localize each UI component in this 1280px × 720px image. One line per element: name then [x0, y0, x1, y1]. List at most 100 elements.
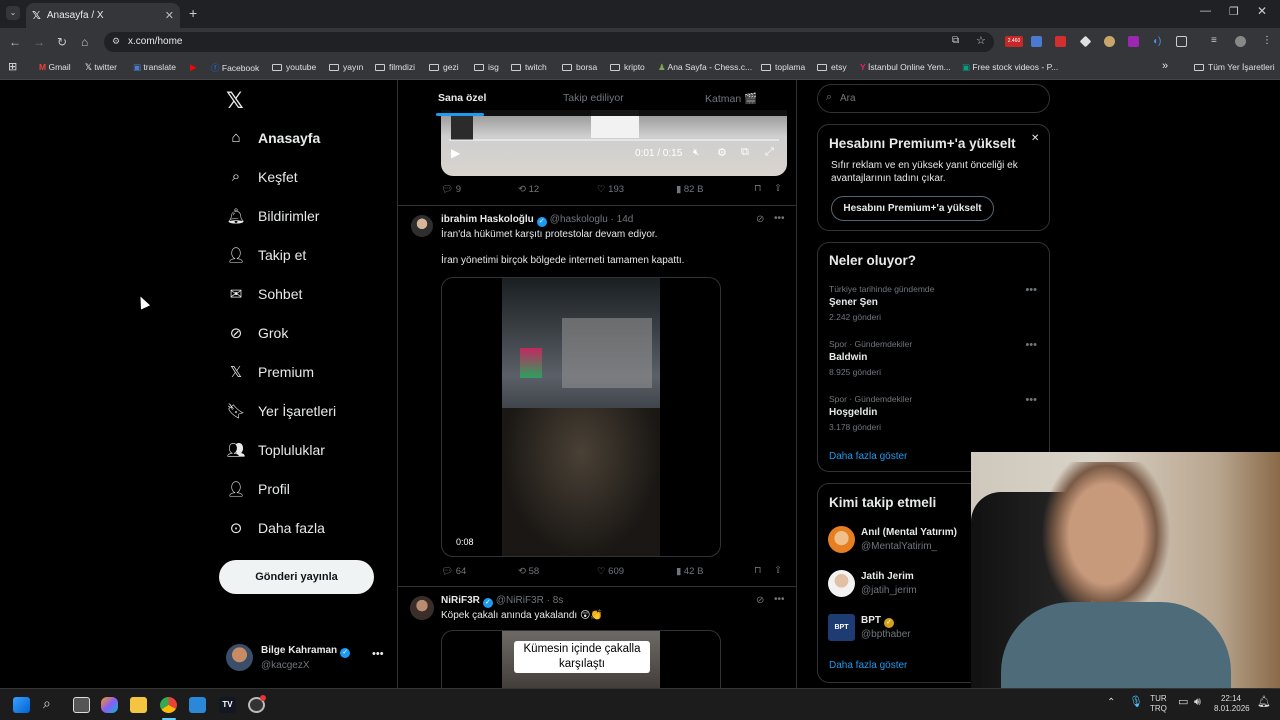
like-action[interactable]: ♡ 193: [597, 184, 624, 195]
bookmark-yayin[interactable]: yayın: [329, 62, 363, 72]
trend-item[interactable]: Türkiye tarihinde gündemde Şener Şen 2.2…: [818, 281, 1049, 326]
extension-abp-icon[interactable]: [1055, 36, 1066, 47]
repost-action[interactable]: ⟲ 12: [518, 184, 539, 195]
more-dots-icon[interactable]: •••: [1025, 339, 1037, 351]
bookmark-kripto[interactable]: kripto: [610, 62, 645, 72]
more-dots-icon[interactable]: •••: [372, 648, 384, 660]
tweet-author-handle[interactable]: @NiRiF3R: [496, 595, 544, 606]
tradingview-icon[interactable]: TV: [219, 697, 236, 713]
install-icon[interactable]: ⧉: [952, 35, 959, 46]
file-explorer-icon[interactable]: [130, 697, 147, 713]
bookmark-facebook[interactable]: ⓕ Facebook: [211, 62, 259, 74]
browser-tab[interactable]: 𝕏 Anasayfa / X ✕: [26, 3, 180, 28]
share-action[interactable]: ⇪: [774, 565, 782, 576]
nav-messages[interactable]: ✉ Sohbet: [226, 285, 303, 303]
reply-action[interactable]: 💬︎ 64: [441, 566, 466, 577]
bookmark-stock-videos[interactable]: ▣ Free stock videos - P...: [962, 62, 1058, 73]
tab-for-you[interactable]: Sana özel: [438, 92, 486, 104]
copilot-icon[interactable]: [101, 697, 118, 713]
like-action[interactable]: ♡ 609: [597, 566, 624, 577]
reply-action[interactable]: 💬︎ 9: [441, 184, 461, 195]
minimize-button[interactable]: —: [1200, 5, 1211, 17]
bookmark-toplama[interactable]: toplama: [761, 62, 805, 72]
repost-action[interactable]: ⟲ 58: [518, 566, 539, 577]
bookmark-action[interactable]: ⊓: [754, 183, 761, 194]
more-dots-icon[interactable]: •••: [1025, 284, 1037, 296]
close-icon[interactable]: ✕: [1031, 133, 1039, 144]
tab-following[interactable]: Takip ediliyor: [563, 92, 624, 104]
reading-list-icon[interactable]: ≡: [1211, 36, 1222, 47]
close-window-button[interactable]: ✕: [1257, 4, 1267, 18]
tweet-time[interactable]: · 8s: [547, 595, 564, 606]
search-icon[interactable]: ⌕: [43, 695, 51, 712]
store-icon[interactable]: [189, 697, 206, 713]
search-input[interactable]: ⌕ Ara: [817, 84, 1050, 113]
browser-menu-icon[interactable]: ⋮: [1262, 36, 1273, 47]
nav-grok[interactable]: ⊘ Grok: [226, 324, 289, 342]
clock[interactable]: 22:14 8.01.2026: [1214, 694, 1250, 714]
nav-premium[interactable]: 𝕏 Premium: [226, 363, 314, 381]
bookmark-translate[interactable]: ▣ translate: [133, 62, 176, 73]
bookmark-action[interactable]: ⊓: [754, 565, 761, 576]
trends-show-more[interactable]: Daha fazla göster: [829, 451, 907, 462]
bookmark-gmail[interactable]: M Gmail: [39, 62, 71, 72]
tweet-author-handle[interactable]: @haskologlu: [550, 214, 608, 225]
nav-home[interactable]: ⌂ Anasayfa: [226, 129, 320, 146]
bookmark-twitter[interactable]: 𝕏 twitter: [85, 62, 117, 73]
extension-purple-icon[interactable]: [1128, 36, 1139, 47]
tweet-avatar[interactable]: [410, 596, 434, 620]
extension-face-icon[interactable]: [1104, 36, 1115, 47]
x-logo-icon[interactable]: 𝕏: [226, 88, 244, 114]
bookmark-filmdizi[interactable]: filmdizi: [375, 62, 415, 72]
video-progress-bar[interactable]: [449, 139, 779, 141]
maximize-button[interactable]: ❐: [1229, 5, 1239, 18]
bookmark-chess[interactable]: ♟ Ana Sayfa - Chess.c...: [658, 62, 752, 73]
settings-icon[interactable]: ⚙: [717, 146, 727, 159]
bookmark-all[interactable]: Tüm Yer İşaretleri: [1194, 62, 1275, 72]
extensions-puzzle-icon[interactable]: [1176, 36, 1187, 47]
nav-explore[interactable]: ⌕ Keşfet: [226, 168, 298, 185]
tab-search-icon[interactable]: ⌄: [6, 6, 20, 20]
grok-icon[interactable]: ⊘: [756, 214, 764, 225]
apps-grid-icon[interactable]: ⊞: [8, 60, 17, 73]
close-tab-icon[interactable]: ✕: [165, 9, 174, 22]
back-icon[interactable]: ←: [9, 35, 21, 49]
bookmark-borsa[interactable]: borsa: [562, 62, 597, 72]
share-action[interactable]: ⇪: [774, 183, 782, 194]
bookmark-isg[interactable]: isg: [474, 62, 499, 72]
input-language[interactable]: TUR TRQ: [1150, 694, 1167, 714]
profile-avatar-icon[interactable]: [1235, 36, 1246, 47]
more-dots-icon[interactable]: •••: [774, 213, 785, 224]
views-action[interactable]: ▮ 82 B: [676, 184, 703, 195]
mute-icon[interactable]: 🔇︎: [693, 147, 699, 158]
windows-start-icon[interactable]: [13, 697, 30, 713]
chrome-icon[interactable]: [160, 697, 177, 713]
pip-icon[interactable]: ⧉: [741, 146, 749, 159]
more-dots-icon[interactable]: •••: [774, 594, 785, 605]
post-button[interactable]: Gönderi yayınla: [219, 560, 374, 594]
extension-audio-icon[interactable]: ◖): [1152, 36, 1163, 47]
network-icon[interactable]: ▭: [1178, 697, 1188, 708]
tweet-author-name[interactable]: ibrahim Haskoloğlu: [441, 214, 534, 225]
nav-notifications[interactable]: 🔔︎ Bildirimler: [226, 207, 319, 225]
tweet-video[interactable]: 0:08: [441, 277, 721, 557]
more-dots-icon[interactable]: •••: [1025, 394, 1037, 406]
site-info-icon[interactable]: ⚙: [112, 36, 120, 47]
bookmarks-overflow-icon[interactable]: »: [1162, 60, 1168, 72]
nav-bookmarks[interactable]: 🔖︎ Yer İşaretleri: [226, 402, 336, 420]
tab-katman[interactable]: Katman 🎬: [705, 92, 757, 105]
tray-overflow-icon[interactable]: ⌃: [1107, 698, 1115, 708]
nav-more[interactable]: ⊙ Daha fazla: [226, 519, 325, 537]
volume-icon[interactable]: 🔊︎: [1194, 697, 1201, 708]
premium-upgrade-button[interactable]: Hesabını Premium+'a yükselt: [831, 196, 994, 221]
nav-communities[interactable]: 👥︎ Topluluklar: [226, 441, 324, 459]
who-show-more[interactable]: Daha fazla göster: [829, 660, 907, 671]
grok-icon[interactable]: ⊘: [756, 595, 764, 606]
top-video[interactable]: ▶ 0:01 / 0:15 🔇︎ ⚙ ⧉ ⤢: [441, 110, 787, 176]
bookmark-gezi[interactable]: gezi: [429, 62, 459, 72]
bookmark-yemeksepeti[interactable]: Y İstanbul Online Yem...: [860, 62, 951, 72]
tweet-author-name[interactable]: NiRiF3R: [441, 595, 480, 606]
fullscreen-icon[interactable]: ⤢: [765, 146, 774, 159]
tweet-avatar[interactable]: [411, 215, 433, 237]
trend-item[interactable]: Spor · Gündemdekiler Baldwin 8.925 gönde…: [818, 336, 1049, 381]
